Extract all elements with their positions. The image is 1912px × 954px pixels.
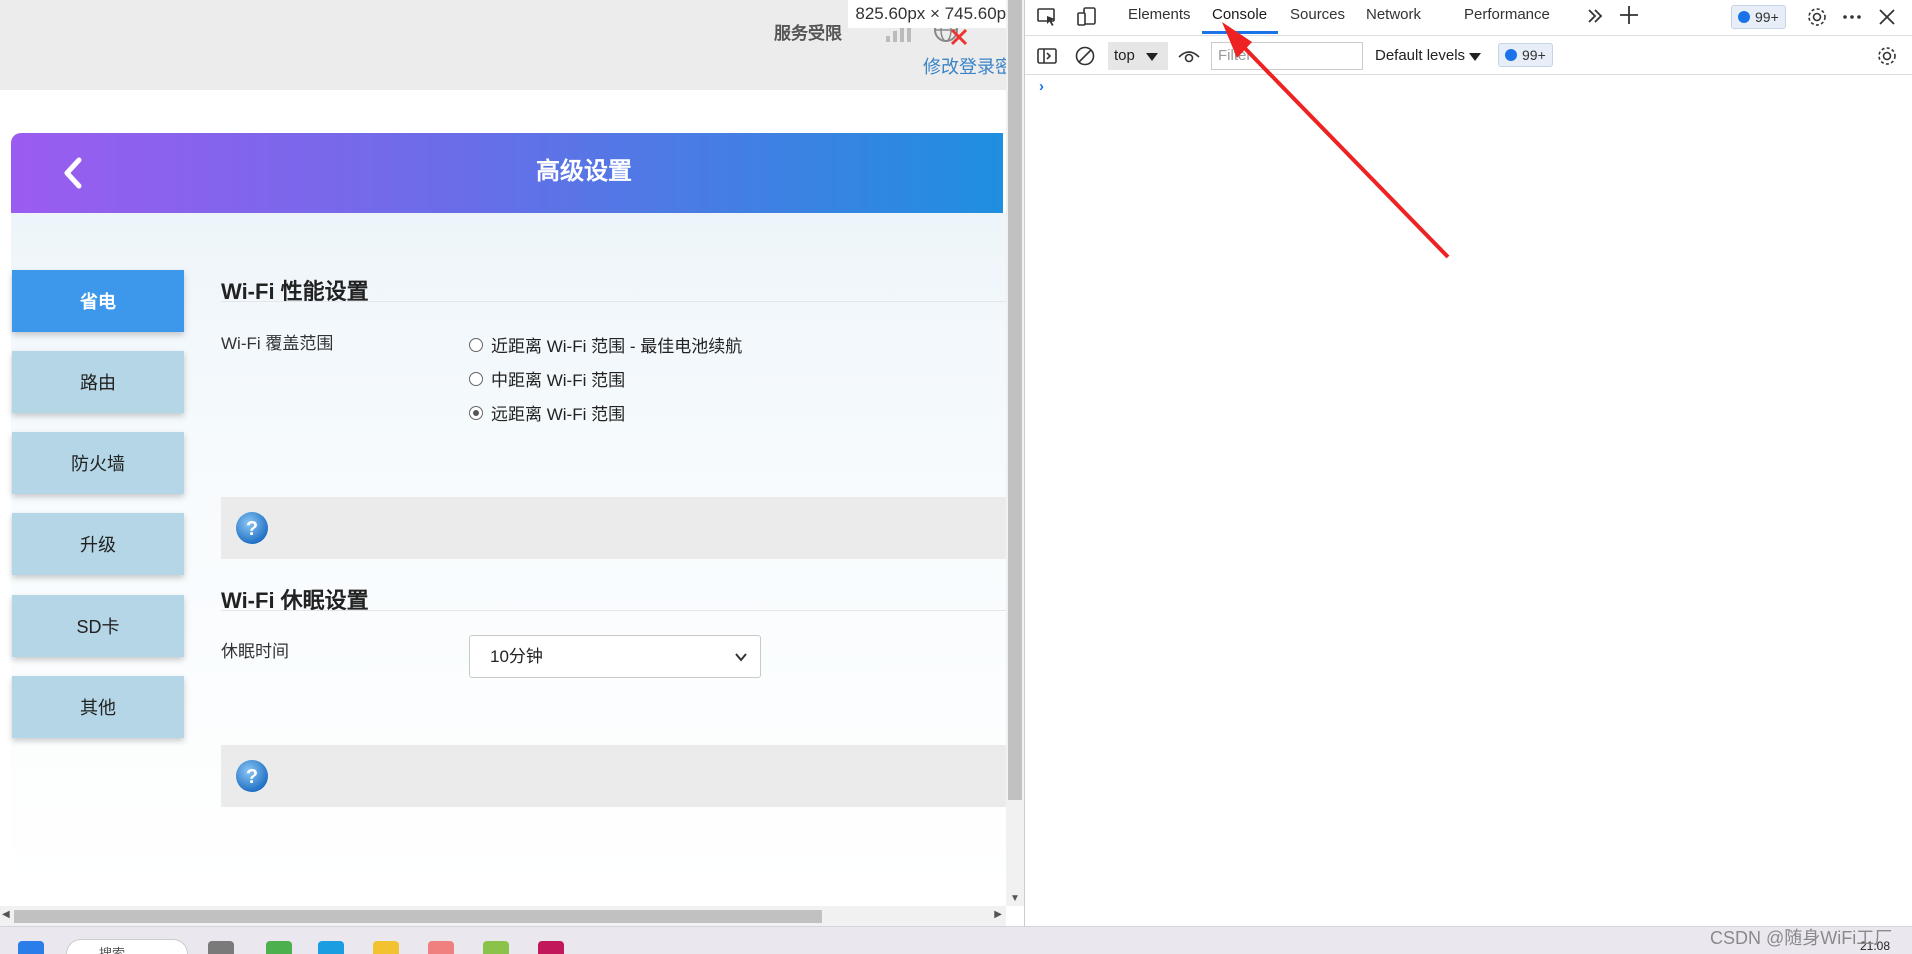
coverage-option-medium[interactable]: 中距离 Wi-Fi 范围 — [469, 366, 625, 391]
add-tab-icon[interactable] — [1617, 3, 1641, 27]
coverage-option-label: 中距离 Wi-Fi 范围 — [491, 371, 626, 390]
tab-performance[interactable]: Performance — [1464, 6, 1550, 23]
performance-help-bar: ? — [221, 497, 1006, 559]
inspect-element-icon[interactable] — [1035, 5, 1059, 29]
coverage-option-label: 远距离 Wi-Fi 范围 — [491, 405, 626, 424]
sidebar-item-upgrade[interactable]: 升级 — [12, 513, 184, 575]
coverage-option-long[interactable]: 远距离 Wi-Fi 范围 — [469, 400, 625, 425]
console-toolbar: top Filter Default levels 99+ — [1025, 37, 1912, 75]
radio-button-selected[interactable] — [469, 405, 483, 420]
settings-gear-icon[interactable] — [1805, 5, 1829, 29]
app-icon[interactable] — [428, 941, 454, 954]
vertical-scrollbar[interactable]: ▼ — [1006, 0, 1024, 906]
scroll-right-arrow-icon[interactable]: ▶ — [994, 909, 1002, 920]
console-issues-count: 99+ — [1522, 47, 1546, 63]
toggle-sidebar-icon[interactable] — [1035, 44, 1059, 68]
file-explorer-icon[interactable] — [373, 941, 399, 954]
tab-elements[interactable]: Elements — [1128, 6, 1191, 23]
app-icon[interactable] — [538, 941, 564, 954]
help-question-icon[interactable]: ? — [234, 758, 270, 794]
windows-taskbar: 搜索 21:08 — [0, 926, 1912, 954]
vertical-scroll-thumb[interactable] — [1008, 0, 1022, 800]
sleep-time-select[interactable]: 10分钟 — [469, 635, 761, 678]
console-prompt[interactable]: › — [1039, 78, 1044, 95]
horizontal-scrollbar[interactable]: ◀ ▶ — [0, 906, 1006, 926]
log-levels-value: Default levels — [1375, 47, 1466, 64]
sleep-help-bar: ? — [221, 745, 1006, 807]
search-text: 搜索 — [99, 946, 126, 954]
svg-text:?: ? — [246, 766, 258, 788]
more-options-icon[interactable] — [1840, 5, 1864, 29]
sleep-time-label: 休眠时间 — [221, 642, 289, 661]
sidebar-item-sd-card[interactable]: SD卡 — [12, 595, 184, 657]
sidebar-item-firewall[interactable]: 防火墙 — [12, 432, 184, 494]
app-icon[interactable] — [483, 941, 509, 954]
close-devtools-icon[interactable] — [1875, 5, 1899, 29]
tab-sources[interactable]: Sources — [1290, 6, 1345, 23]
sidebar-item-other[interactable]: 其他 — [12, 676, 184, 738]
page-banner: 高级设置 — [11, 133, 1003, 213]
issues-icon — [1505, 49, 1517, 61]
svg-text:?: ? — [246, 518, 258, 540]
screen: 服务受限 修改登录密 825.60px × 745.60px 高级设置 省电 路… — [0, 0, 1912, 954]
tab-network[interactable]: Network — [1366, 6, 1421, 23]
radio-button[interactable] — [469, 371, 483, 386]
context-selector[interactable]: top — [1108, 42, 1168, 70]
active-tab-indicator — [1202, 31, 1278, 34]
element-dimension-tooltip: 825.60px × 745.60px — [848, 0, 1006, 28]
issues-icon — [1738, 11, 1750, 23]
console-issues-badge[interactable]: 99+ — [1498, 43, 1553, 67]
sidebar-item-router[interactable]: 路由 — [12, 351, 184, 413]
coverage-option-label: 近距离 Wi-Fi 范围 - 最佳电池续航 — [491, 337, 743, 356]
scroll-left-arrow-icon[interactable]: ◀ — [2, 909, 10, 920]
app-icon[interactable] — [266, 941, 292, 954]
devtools-tab-bar: Elements Console Sources Network Perform… — [1025, 0, 1912, 36]
section-divider — [221, 610, 1006, 611]
dropdown-triangle-icon — [1469, 53, 1481, 61]
issues-count: 99+ — [1755, 9, 1779, 25]
service-status-text: 服务受限 — [774, 24, 842, 43]
edge-browser-icon[interactable] — [318, 941, 344, 954]
coverage-option-short[interactable]: 近距离 Wi-Fi 范围 - 最佳电池续航 — [469, 332, 742, 357]
page-title: 高级设置 — [536, 158, 632, 185]
more-tabs-icon[interactable] — [1583, 4, 1607, 28]
console-settings-gear-icon[interactable] — [1875, 44, 1899, 68]
radio-button[interactable] — [469, 337, 483, 352]
clear-console-icon[interactable] — [1073, 44, 1097, 68]
watermark: CSDN @随身WiFi工厂 — [1710, 928, 1893, 948]
issues-badge[interactable]: 99+ — [1731, 5, 1786, 29]
console-filter-input[interactable]: Filter — [1211, 42, 1363, 70]
devtools-panel: Elements Console Sources Network Perform… — [1025, 0, 1912, 926]
modify-login-password-link[interactable]: 修改登录密 — [923, 53, 1006, 79]
router-admin-page: 服务受限 修改登录密 825.60px × 745.60px 高级设置 省电 路… — [0, 0, 1006, 926]
section-divider — [221, 301, 1006, 302]
dropdown-triangle-icon — [1146, 53, 1158, 61]
chevron-down-icon — [735, 653, 747, 662]
log-levels-dropdown[interactable]: Default levels — [1375, 42, 1485, 70]
help-question-icon[interactable]: ? — [234, 510, 270, 546]
taskbar-search-box[interactable]: 搜索 — [66, 939, 188, 954]
sleep-time-value: 10分钟 — [490, 647, 543, 666]
horizontal-scroll-thumb[interactable] — [14, 910, 822, 923]
start-menu-icon[interactable] — [18, 941, 44, 954]
live-expression-eye-icon[interactable] — [1177, 44, 1201, 68]
tab-console[interactable]: Console — [1212, 6, 1267, 23]
sidebar-item-power-saving[interactable]: 省电 — [12, 270, 184, 332]
wifi-coverage-label: Wi-Fi 覆盖范围 — [221, 334, 334, 353]
device-emulation-icon[interactable] — [1075, 5, 1099, 29]
context-value: top — [1114, 47, 1135, 64]
task-view-icon[interactable] — [208, 941, 234, 954]
scroll-down-arrow-icon[interactable]: ▼ — [1010, 893, 1020, 904]
